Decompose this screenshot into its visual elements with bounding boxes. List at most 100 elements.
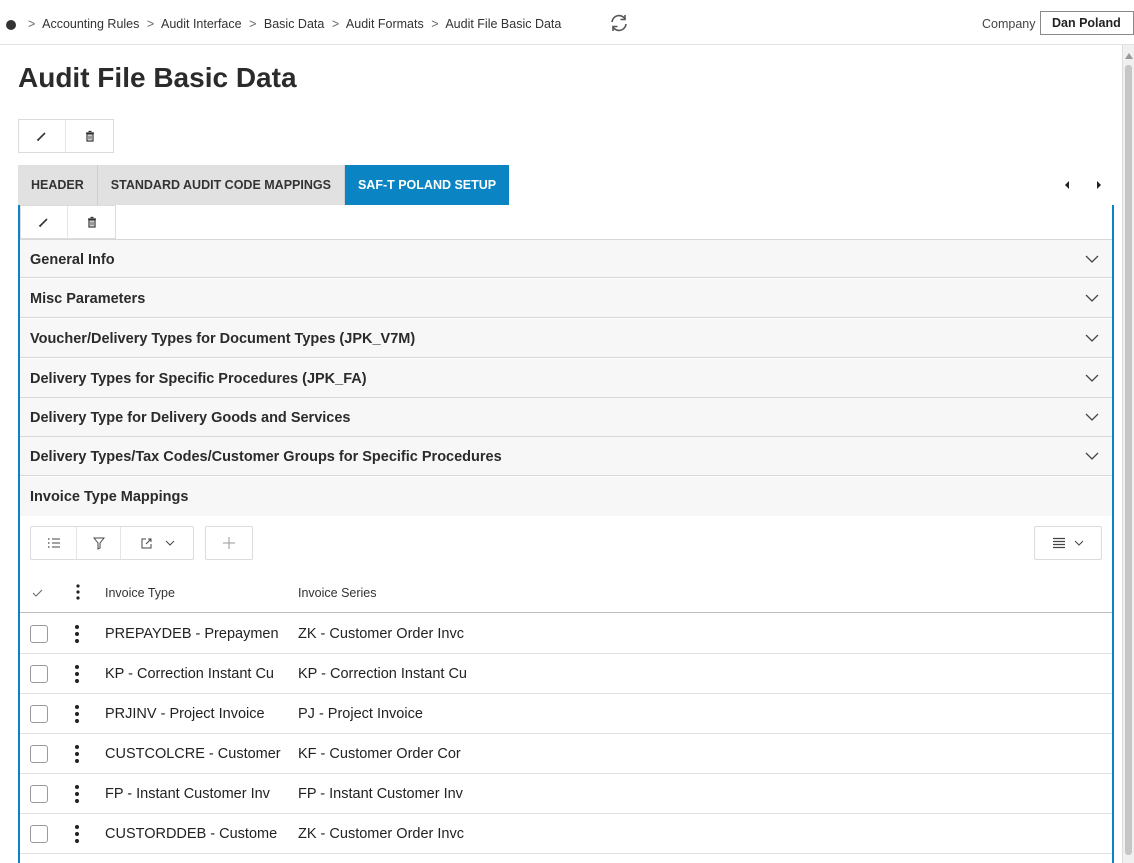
delete-button[interactable] [66,120,113,152]
column-chooser-button[interactable] [31,527,77,559]
section-title: Invoice Type Mappings [30,489,189,505]
cell-invoice-series: KP - Correction Instant Cu [298,666,467,682]
scrollbar-thumb[interactable] [1125,65,1132,855]
cell-invoice-type: FP - Instant Customer Inv [105,786,270,802]
scroll-up-icon[interactable] [1125,53,1133,59]
cell-invoice-series: PJ - Project Invoice [298,706,423,722]
refresh-icon[interactable] [608,12,630,34]
table-row[interactable]: CUSTCOLCRE - Customer KF - Customer Orde… [20,734,1112,774]
edit-button[interactable] [21,206,68,238]
vertical-scrollbar[interactable] [1122,45,1134,863]
list-bullets-icon [47,538,60,548]
section-title: Delivery Type for Delivery Goods and Ser… [30,410,351,426]
section-delivery-goods-services[interactable]: Delivery Type for Delivery Goods and Ser… [20,398,1112,437]
tab-standard-audit-code-mappings[interactable]: STANDARD AUDIT CODE MAPPINGS [96,165,344,205]
edit-button[interactable] [19,120,66,152]
add-toolbar [205,526,253,560]
cell-invoice-type: CUSTCOLCRE - Customer [105,746,281,762]
grid-header: Invoice Type Invoice Series [20,574,1112,613]
row-more-icon[interactable] [75,785,79,803]
breadcrumb-separator: > [28,17,36,31]
pencil-icon [36,132,46,142]
cell-invoice-type: PREPAYDEB - Prepaymen [105,626,279,642]
filter-icon [92,537,105,550]
export-icon [141,538,151,548]
density-dropdown-button[interactable] [1035,527,1101,559]
top-bar: > Accounting Rules > Audit Interface > B… [0,0,1134,45]
filter-button[interactable] [77,527,121,559]
row-more-icon[interactable] [75,665,79,683]
breadcrumb-item-audit-interface[interactable]: Audit Interface [161,17,242,31]
chevron-down-icon [1074,540,1084,546]
cell-invoice-series: KF - Customer Order Cor [298,746,461,762]
section-title: Voucher/Delivery Types for Document Type… [30,331,416,347]
lines-icon [1053,537,1065,549]
section-title: General Info [30,252,115,268]
table-row[interactable]: PRJINV - Project Invoice PJ - Project In… [20,694,1112,734]
plus-icon [223,537,235,549]
breadcrumb-separator: > [331,17,340,31]
breadcrumb: > Accounting Rules > Audit Interface > B… [24,17,561,31]
row-more-icon[interactable] [75,705,79,723]
table-row[interactable]: FP - Instant Customer Inv FP - Instant C… [20,774,1112,814]
column-header-invoice-series[interactable]: Invoice Series [298,586,377,600]
breadcrumb-separator: > [249,17,257,31]
row-more-icon[interactable] [75,825,79,843]
view-options-toolbar [1034,526,1102,560]
cell-invoice-type: PRJINV - Project Invoice [105,706,265,722]
chevron-down-icon [1085,452,1099,460]
section-invoice-type-mappings[interactable]: Invoice Type Mappings [20,477,1112,516]
section-misc-parameters[interactable]: Misc Parameters [20,279,1112,318]
chevron-down-icon [1085,255,1099,263]
section-title: Delivery Types/Tax Codes/Customer Groups… [30,449,502,465]
page-toolbar [18,119,114,153]
breadcrumb-item-audit-file-basic-data: Audit File Basic Data [445,17,562,31]
breadcrumb-item-audit-formats[interactable]: Audit Formats [346,17,424,31]
section-title: Delivery Types for Specific Procedures (… [30,371,367,387]
section-delivery-tax-customer-groups[interactable]: Delivery Types/Tax Codes/Customer Groups… [20,437,1112,476]
tab-scroll-left-icon[interactable] [1062,178,1072,192]
tab-header[interactable]: HEADER [18,165,97,205]
tab-toolbar [20,205,116,239]
section-delivery-types-jpk-fa[interactable]: Delivery Types for Specific Procedures (… [20,359,1112,398]
row-checkbox[interactable] [30,705,48,723]
tab-scroll-right-icon[interactable] [1094,178,1104,192]
cell-invoice-series: ZK - Customer Order Invc [298,826,464,842]
row-checkbox[interactable] [30,745,48,763]
header-more-icon[interactable] [76,584,80,605]
row-checkbox[interactable] [30,825,48,843]
cell-invoice-type: KP - Correction Instant Cu [105,666,274,682]
section-voucher-delivery-types[interactable]: Voucher/Delivery Types for Document Type… [20,319,1112,358]
tab-saf-t-poland-setup[interactable]: SAF-T POLAND SETUP [343,165,510,205]
select-all-check-icon[interactable] [32,588,44,598]
row-more-icon[interactable] [75,625,79,643]
section-title: Misc Parameters [30,291,146,307]
chevron-down-icon [1085,334,1099,342]
table-row[interactable]: CUSTORDDEB - Custome ZK - Customer Order… [20,814,1112,854]
trash-icon [85,130,94,142]
company-selector[interactable]: Dan Poland [1040,11,1134,35]
column-header-invoice-type[interactable]: Invoice Type [105,586,175,600]
row-checkbox[interactable] [30,625,48,643]
row-more-icon[interactable] [75,745,79,763]
invoice-type-mappings-list: Invoice Type Invoice Series PREPAYDEB - … [20,516,1112,863]
breadcrumb-item-basic-data[interactable]: Basic Data [264,17,324,31]
delete-button[interactable] [68,206,115,238]
breadcrumb-separator: > [146,17,155,31]
table-row[interactable]: PREPAYDEB - Prepaymen ZK - Customer Orde… [20,614,1112,654]
chevron-down-icon [1085,294,1099,302]
cell-invoice-series: FP - Instant Customer Inv [298,786,463,802]
trash-icon [87,216,96,228]
export-dropdown-button[interactable] [121,527,193,559]
page-title: Audit File Basic Data [18,62,297,93]
chevron-down-icon [165,540,174,546]
home-dot-icon[interactable] [6,20,16,30]
table-row[interactable]: KP - Correction Instant Cu KP - Correcti… [20,654,1112,694]
chevron-down-icon [1085,374,1099,382]
breadcrumb-item-accounting-rules[interactable]: Accounting Rules [42,17,139,31]
row-checkbox[interactable] [30,785,48,803]
section-general-info[interactable]: General Info [20,239,1112,278]
add-row-button[interactable] [206,527,252,559]
cell-invoice-series: ZK - Customer Order Invc [298,626,464,642]
row-checkbox[interactable] [30,665,48,683]
